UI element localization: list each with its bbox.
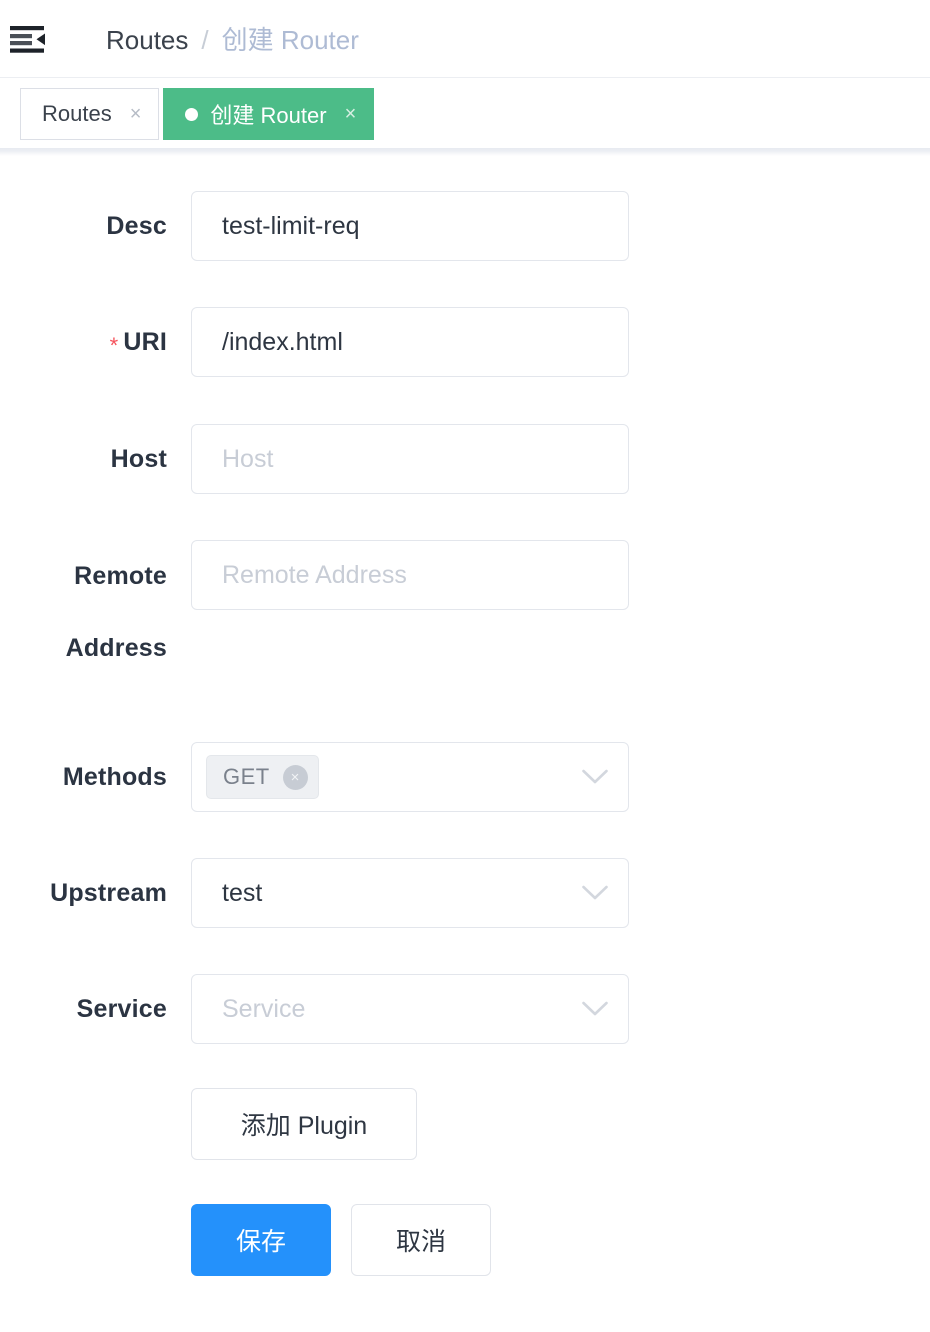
chevron-down-icon xyxy=(582,769,608,784)
form-row-upstream: Upstream test xyxy=(0,858,930,928)
label-actions-spacer xyxy=(0,1204,167,1274)
method-tag-get-close-icon[interactable]: × xyxy=(282,764,308,790)
label-desc: Desc xyxy=(106,212,167,240)
label-add-plugin-spacer xyxy=(0,1088,167,1158)
page-header: Routes / 创建 Router xyxy=(0,0,930,78)
control-add-plugin: 添加 Plugin xyxy=(191,1088,629,1160)
form-row-add-plugin: 添加 Plugin xyxy=(0,1088,930,1160)
label-remote-address: Remote Address xyxy=(65,562,167,662)
cancel-button[interactable]: 取消 xyxy=(351,1204,491,1276)
menu-fold-icon xyxy=(10,25,45,53)
label-upstream: Upstream xyxy=(50,879,167,907)
desc-input[interactable]: test-limit-req xyxy=(191,191,629,261)
uri-input[interactable]: /index.html xyxy=(191,307,629,377)
tab-bar: Routes × 创建 Router × xyxy=(0,79,930,149)
create-router-form: Desc test-limit-req * URI /index.html Hos… xyxy=(0,156,930,1276)
form-row-service: Service Service xyxy=(0,974,930,1044)
control-desc: test-limit-req xyxy=(191,191,629,261)
control-host: Host xyxy=(191,424,629,494)
form-row-actions: 保存 取消 xyxy=(0,1204,930,1276)
label-service: Service xyxy=(76,995,167,1023)
control-remote-address: Remote Address xyxy=(191,540,629,610)
tab-routes-label: Routes xyxy=(42,101,112,126)
app-root: Routes / 创建 Router Routes × 创建 Router × … xyxy=(0,0,930,1332)
form-row-remote-address: Remote Address Remote Address xyxy=(0,540,930,684)
upstream-select-value: test xyxy=(222,878,263,907)
save-button[interactable]: 保存 xyxy=(191,1204,331,1276)
chevron-down-icon xyxy=(582,1001,608,1016)
service-select-placeholder: Service xyxy=(222,994,306,1023)
label-uri-text: URI xyxy=(123,328,167,356)
tab-create-router-label: 创建 Router xyxy=(210,103,327,128)
label-host: Host xyxy=(110,445,167,473)
control-uri: /index.html xyxy=(191,307,629,377)
control-methods: GET × xyxy=(191,742,629,812)
tab-active-dot-icon xyxy=(185,107,199,121)
add-plugin-button[interactable]: 添加 Plugin xyxy=(191,1088,417,1160)
form-row-methods: Methods GET × xyxy=(0,742,930,812)
tab-routes[interactable]: Routes × xyxy=(20,88,160,140)
breadcrumb: Routes / 创建 Router xyxy=(106,20,359,57)
menu-fold-button[interactable] xyxy=(0,0,56,78)
form-row-uri: * URI /index.html xyxy=(0,307,930,378)
chevron-down-icon xyxy=(582,885,608,900)
form-row-desc: Desc test-limit-req xyxy=(0,191,930,261)
tab-create-router[interactable]: 创建 Router × xyxy=(163,88,375,140)
form-row-host: Host Host xyxy=(0,424,930,494)
control-upstream: test xyxy=(191,858,629,928)
label-methods: Methods xyxy=(62,763,167,791)
method-tag-get-label: GET xyxy=(223,764,270,789)
host-input[interactable]: Host xyxy=(191,424,629,494)
tab-bar-divider xyxy=(0,148,930,156)
label-uri: * URI xyxy=(0,307,167,378)
breadcrumb-item-current: 创建 Router xyxy=(221,25,359,55)
breadcrumb-item-routes[interactable]: Routes xyxy=(106,25,188,56)
service-select[interactable]: Service xyxy=(191,974,629,1044)
remote-address-input[interactable]: Remote Address xyxy=(191,540,629,610)
breadcrumb-separator: / xyxy=(201,25,209,55)
methods-select[interactable]: GET × xyxy=(191,742,629,812)
control-service: Service xyxy=(191,974,629,1044)
required-star-icon: * xyxy=(109,333,119,358)
upstream-select[interactable]: test xyxy=(191,858,629,928)
tab-routes-close-icon[interactable]: × xyxy=(130,104,142,124)
control-actions: 保存 取消 xyxy=(191,1204,629,1276)
tab-create-router-close-icon[interactable]: × xyxy=(345,104,357,124)
method-tag-get: GET × xyxy=(206,755,319,799)
